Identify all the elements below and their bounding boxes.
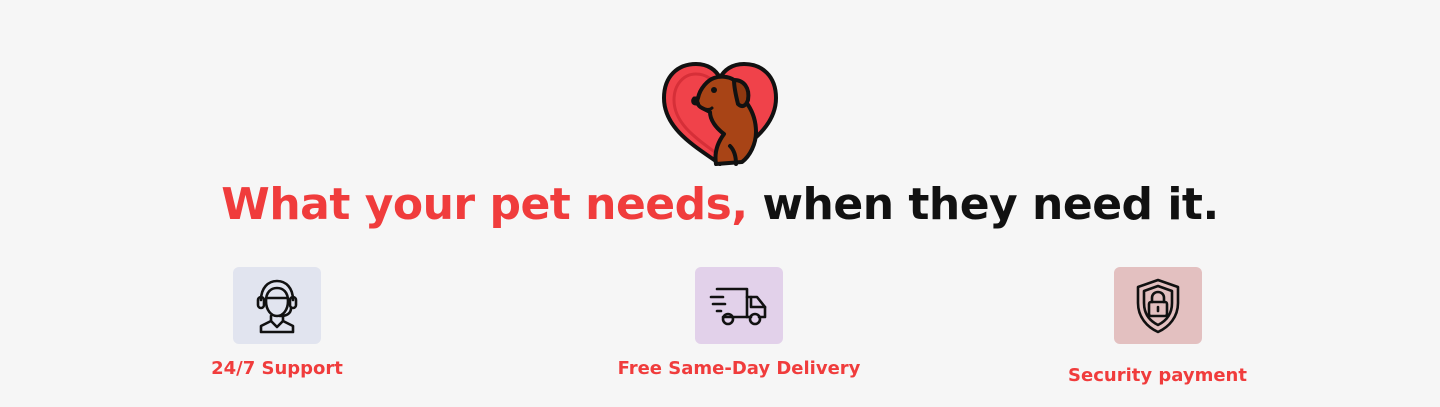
shield-lock-icon [1136, 278, 1179, 333]
feature-support: 24/7 Support [177, 267, 377, 379]
feature-tile [233, 267, 321, 344]
feature-tile [695, 267, 783, 344]
headline-highlight: What your pet needs, [221, 179, 748, 230]
dog-in-heart-icon [662, 62, 778, 166]
feature-security: Security payment [1050, 267, 1265, 386]
support-agent-icon [256, 279, 298, 333]
feature-label: Free Same-Day Delivery [617, 358, 861, 379]
hero-section: What your pet needs, when they need it. … [0, 0, 1440, 407]
feature-tile [1113, 267, 1202, 344]
feature-delivery: Free Same-Day Delivery [589, 267, 889, 379]
feature-label: 24/7 Support [211, 358, 343, 379]
delivery-truck-icon [709, 287, 767, 325]
headline-rest: when they need it. [762, 179, 1219, 230]
page-title: What your pet needs, when they need it. [0, 174, 1440, 236]
feature-label: Security payment [1068, 365, 1247, 386]
